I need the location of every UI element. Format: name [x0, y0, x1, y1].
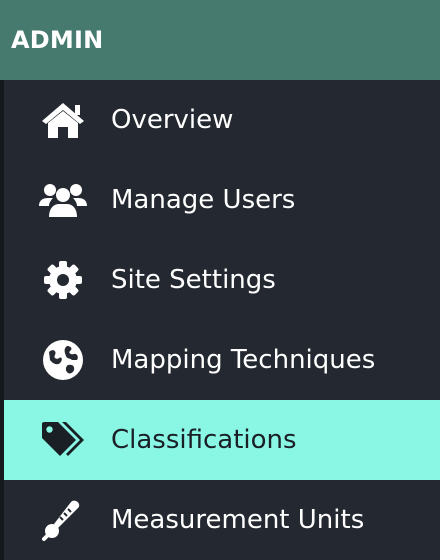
- tags-icon: [37, 414, 89, 466]
- home-icon: [37, 94, 89, 146]
- users-icon: [37, 174, 89, 226]
- nav-item-classifications[interactable]: Classifications: [4, 400, 440, 480]
- sidebar-header: ADMIN: [0, 0, 440, 80]
- globe-icon: [37, 334, 89, 386]
- nav-item-mapping-techniques[interactable]: Mapping Techniques: [4, 320, 440, 400]
- nav-label-overview: Overview: [111, 105, 234, 135]
- admin-sidebar: ADMIN Overview Manage Users Site Setting…: [0, 0, 440, 560]
- nav-label-site-settings: Site Settings: [111, 265, 276, 295]
- sidebar-edge: [0, 80, 4, 560]
- nav-label-classifications: Classifications: [111, 425, 297, 455]
- nav-item-measurement-units[interactable]: Measurement Units: [4, 480, 440, 560]
- nav-label-measurement-units: Measurement Units: [111, 505, 365, 535]
- admin-nav: Overview Manage Users Site Settings Mapp…: [0, 80, 440, 560]
- nav-label-mapping-techniques: Mapping Techniques: [111, 345, 376, 375]
- nav-item-site-settings[interactable]: Site Settings: [4, 240, 440, 320]
- gear-icon: [37, 254, 89, 306]
- thermometer-icon: [37, 494, 89, 546]
- sidebar-title: ADMIN: [11, 26, 104, 54]
- nav-label-manage-users: Manage Users: [111, 185, 296, 215]
- nav-item-overview[interactable]: Overview: [4, 80, 440, 160]
- nav-item-manage-users[interactable]: Manage Users: [4, 160, 440, 240]
